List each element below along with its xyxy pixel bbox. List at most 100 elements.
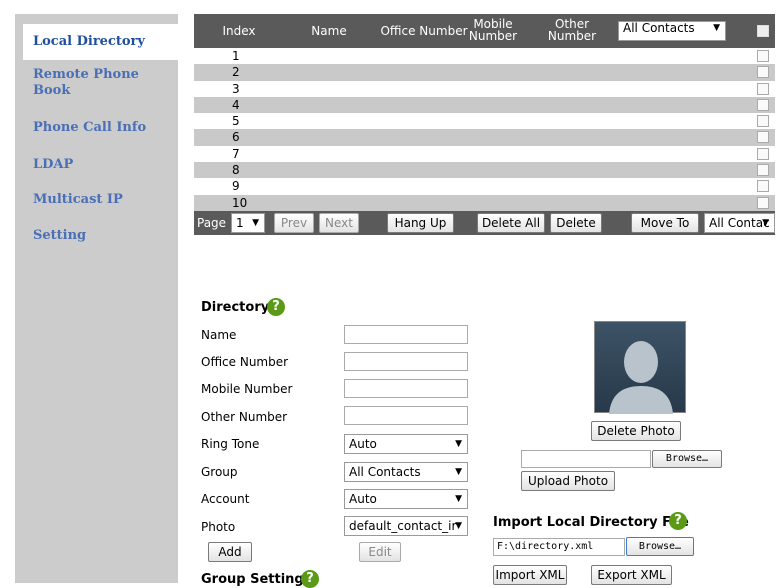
office-number-label: Office Number [201, 355, 289, 369]
row-checkbox[interactable] [757, 180, 769, 193]
ring-tone-select[interactable]: Auto ▼ [344, 434, 468, 454]
table-body: 1 2 3 4 5 6 7 8 9 10 [194, 48, 775, 211]
chevron-down-icon: ▼ [455, 467, 462, 477]
table-row[interactable]: 9 [194, 178, 775, 195]
add-button[interactable]: Add [208, 542, 252, 562]
contact-filter-select[interactable]: All Contacts ▼ [618, 21, 726, 41]
import-browse-button[interactable]: Browse… [626, 537, 694, 556]
sidebar-item-ldap[interactable]: LDAP [33, 157, 158, 173]
row-index: 4 [232, 97, 240, 112]
delete-all-button[interactable]: Delete All [477, 212, 545, 233]
photo-file-field[interactable] [521, 450, 651, 468]
sidebar-item-setting[interactable]: Setting [33, 228, 158, 244]
select-all-checkbox[interactable] [757, 25, 769, 37]
table-row[interactable]: 3 [194, 80, 775, 97]
row-checkbox[interactable] [757, 98, 769, 111]
group-setting-title: Group Setting [201, 572, 304, 587]
move-target-value: All Contac [709, 215, 770, 230]
chevron-down-icon: ▼ [455, 494, 462, 504]
col-index: Index [222, 24, 256, 38]
row-checkbox[interactable] [757, 115, 769, 128]
mobile-number-label: Mobile Number [201, 382, 293, 396]
next-button[interactable]: Next [319, 212, 359, 233]
photo-browse-button[interactable]: Browse… [652, 450, 722, 468]
move-target-select[interactable]: All Contac ▼ [704, 212, 775, 233]
contact-filter-value: All Contacts [623, 21, 695, 35]
chevron-down-icon: ▼ [455, 521, 462, 531]
help-icon[interactable]: ? [301, 570, 319, 588]
chevron-down-icon: ▼ [762, 217, 769, 228]
row-index: 7 [232, 146, 240, 161]
hang-up-button[interactable]: Hang Up [387, 212, 454, 233]
import-file-field[interactable]: F:\directory.xml [493, 538, 625, 556]
table-row[interactable]: 10 [194, 194, 775, 211]
import-title: Import Local Directory File [493, 515, 689, 530]
col-name: Name [311, 24, 347, 38]
table-header: Index Name Office Number Mobile Number O… [194, 14, 775, 48]
help-icon[interactable]: ? [267, 298, 285, 316]
page-label: Page [197, 215, 227, 230]
account-select[interactable]: Auto ▼ [344, 489, 468, 509]
ring-tone-label: Ring Tone [201, 437, 260, 451]
row-checkbox[interactable] [757, 50, 769, 62]
move-to-button[interactable]: Move To [631, 212, 699, 233]
edit-button[interactable]: Edit [359, 542, 401, 562]
table-pager: Page 1 ▼ Prev Next Hang Up Delete All De… [194, 210, 775, 235]
col-office-number: Office Number [380, 24, 468, 38]
sidebar-item-remote-phone-book[interactable]: Remote Phone Book [33, 67, 158, 99]
row-index: 9 [232, 179, 240, 194]
directory-title: Directory [201, 300, 270, 315]
account-label: Account [201, 492, 250, 506]
table-row[interactable]: 4 [194, 96, 775, 114]
row-checkbox[interactable] [757, 147, 769, 160]
page-select-value: 1 [236, 215, 244, 230]
name-label: Name [201, 328, 237, 342]
sidebar-item-local-directory[interactable]: Local Directory [23, 24, 181, 60]
other-number-label: Other Number [201, 410, 288, 424]
avatar-icon [609, 341, 673, 414]
table-row[interactable]: 1 [194, 48, 775, 65]
row-checkbox[interactable] [757, 82, 769, 95]
table-row[interactable]: 5 [194, 113, 775, 130]
row-index: 2 [232, 65, 240, 80]
help-icon[interactable]: ? [669, 512, 687, 530]
group-select[interactable]: All Contacts ▼ [344, 462, 468, 482]
other-number-field[interactable] [344, 406, 468, 425]
table-row[interactable]: 7 [194, 145, 775, 163]
row-index: 5 [232, 114, 240, 129]
contacts-table: Index Name Office Number Mobile Number O… [194, 14, 775, 235]
sidebar-item-multicast-ip[interactable]: Multicast IP [33, 192, 158, 208]
row-index: 1 [232, 49, 240, 63]
row-index: 3 [232, 81, 240, 96]
account-value: Auto [349, 492, 377, 506]
photo-select[interactable]: default_contact_ir ▼ [344, 516, 468, 536]
page-select[interactable]: 1 ▼ [231, 212, 265, 233]
mobile-number-field[interactable] [344, 379, 468, 398]
chevron-down-icon: ▼ [455, 439, 462, 449]
row-checkbox[interactable] [757, 164, 769, 177]
import-xml-button[interactable]: Import XML [493, 565, 567, 585]
office-number-field[interactable] [344, 352, 468, 371]
row-index: 8 [232, 163, 240, 178]
photo-value: default_contact_ir [349, 519, 457, 533]
col-mobile-number: Mobile Number [468, 17, 518, 43]
ring-tone-value: Auto [349, 437, 377, 451]
row-checkbox[interactable] [757, 131, 769, 144]
row-checkbox[interactable] [757, 196, 769, 209]
delete-button[interactable]: Delete [550, 212, 602, 233]
delete-photo-button[interactable]: Delete Photo [591, 421, 681, 441]
chevron-down-icon: ▼ [252, 217, 259, 228]
group-value: All Contacts [349, 465, 421, 479]
group-label: Group [201, 465, 238, 479]
name-field[interactable] [344, 325, 468, 344]
prev-button[interactable]: Prev [274, 212, 314, 233]
row-checkbox[interactable] [757, 66, 769, 79]
sidebar-item-phone-call-info[interactable]: Phone Call Info [33, 120, 158, 136]
table-row[interactable]: 6 [194, 129, 775, 146]
photo-label: Photo [201, 520, 236, 534]
chevron-down-icon: ▼ [713, 23, 720, 33]
export-xml-button[interactable]: Export XML [591, 565, 672, 585]
upload-photo-button[interactable]: Upload Photo [521, 471, 615, 491]
table-row[interactable]: 2 [194, 64, 775, 81]
table-row[interactable]: 8 [194, 162, 775, 179]
